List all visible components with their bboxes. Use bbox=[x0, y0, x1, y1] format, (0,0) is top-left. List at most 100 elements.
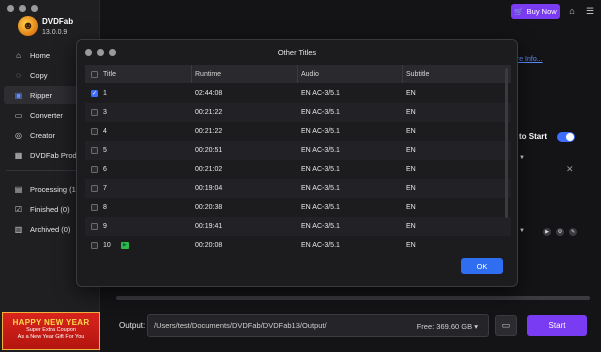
table-row[interactable]: 6 00:21:02 EN AC-3/5.1 EN bbox=[85, 160, 511, 179]
cell-subtitle: EN bbox=[406, 198, 416, 216]
output-path-field[interactable]: /Users/test/Documents/DVDFab/DVDFab13/Ou… bbox=[147, 314, 489, 337]
table-row[interactable]: 9 00:19:41 EN AC-3/5.1 EN bbox=[85, 217, 511, 236]
table-row[interactable]: 5 00:20:51 EN AC-3/5.1 EN bbox=[85, 141, 511, 160]
start-button[interactable]: Start bbox=[527, 315, 587, 336]
edit-icon[interactable]: ✎ bbox=[569, 228, 577, 236]
table-row[interactable]: 10 ▶ 00:20:08 EN AC-3/5.1 EN bbox=[85, 236, 511, 251]
row-checkbox[interactable]: ✓ bbox=[91, 89, 98, 97]
menu-icon[interactable]: ☰ bbox=[585, 6, 595, 16]
sidebar-item-label: Copy bbox=[30, 70, 48, 80]
cell-audio: EN AC-3/5.1 bbox=[301, 160, 340, 178]
play-icon[interactable]: ▶ bbox=[543, 228, 551, 236]
row-checkbox[interactable] bbox=[91, 165, 98, 173]
column-header-subtitle[interactable]: Subtitle bbox=[406, 65, 429, 83]
close-window-button[interactable] bbox=[7, 5, 14, 12]
cell-runtime-text: 00:21:02 bbox=[195, 165, 223, 173]
row-checkbox[interactable] bbox=[91, 222, 98, 230]
auto-start-label: to Start bbox=[519, 132, 547, 141]
creator-icon: ◎ bbox=[15, 130, 22, 140]
row-checkbox[interactable] bbox=[91, 108, 98, 116]
minimize-window-button[interactable] bbox=[19, 5, 26, 12]
promo-banner[interactable]: HAPPY NEW YEAR Super Extra Coupon As a N… bbox=[2, 312, 100, 350]
table-row[interactable]: 7 00:19:04 EN AC-3/5.1 EN bbox=[85, 179, 511, 198]
cell-title-text: 3 bbox=[103, 108, 107, 116]
table-row[interactable]: ✓ 1 02:44:08 EN AC-3/5.1 EN bbox=[85, 84, 511, 103]
buy-now-label: Buy Now bbox=[526, 7, 557, 16]
row-checkbox[interactable] bbox=[91, 184, 98, 192]
auto-start-toggle[interactable] bbox=[557, 132, 575, 142]
cell-runtime-text: 00:21:22 bbox=[195, 108, 223, 116]
column-divider bbox=[402, 65, 403, 83]
cell-runtime-text: 02:44:08 bbox=[195, 89, 223, 97]
chevron-down-icon: ▾ bbox=[474, 322, 478, 331]
store-icon[interactable]: ⌂ bbox=[567, 6, 577, 16]
cell-audio-text: EN AC-3/5.1 bbox=[301, 127, 340, 135]
free-space-dropdown[interactable]: Free: 369.60 GB ▾ bbox=[417, 322, 478, 331]
folder-icon: ▭ bbox=[501, 320, 511, 330]
output-label: Output: bbox=[119, 321, 146, 330]
chevron-down-icon[interactable]: ▼ bbox=[519, 155, 525, 161]
cell-subtitle: EN bbox=[406, 103, 416, 121]
cell-subtitle: EN bbox=[406, 84, 416, 102]
cell-title-text: 8 bbox=[103, 203, 107, 211]
cell-runtime-text: 00:20:51 bbox=[195, 146, 223, 154]
cell-audio-text: EN AC-3/5.1 bbox=[301, 108, 340, 116]
cell-title: 7 bbox=[103, 179, 107, 197]
cell-subtitle-text: EN bbox=[406, 241, 416, 249]
cell-runtime-text: 00:20:38 bbox=[195, 203, 223, 211]
finished-icon: ☑ bbox=[14, 204, 23, 214]
cell-subtitle: EN bbox=[406, 217, 416, 235]
cell-audio-text: EN AC-3/5.1 bbox=[301, 184, 340, 192]
select-all-checkbox[interactable] bbox=[91, 65, 98, 83]
column-header-runtime[interactable]: Runtime bbox=[195, 65, 221, 83]
cell-title: 3 bbox=[103, 103, 107, 121]
column-divider bbox=[297, 65, 298, 83]
table-scrollbar[interactable] bbox=[505, 68, 508, 218]
cell-runtime-text: 00:21:22 bbox=[195, 127, 223, 135]
zoom-window-button[interactable] bbox=[31, 5, 38, 12]
promo-line-2: As a New Year Gift For You bbox=[17, 334, 85, 340]
browse-folder-button[interactable]: ▭ bbox=[495, 315, 517, 336]
table-row[interactable]: 3 00:21:22 EN AC-3/5.1 EN bbox=[85, 103, 511, 122]
buy-now-button[interactable]: 🛒 Buy Now bbox=[511, 4, 560, 19]
row-checkbox[interactable] bbox=[91, 203, 98, 211]
cell-title-text: 1 bbox=[103, 89, 107, 97]
cell-title: 1 bbox=[103, 84, 107, 102]
sidebar-item-label: Finished (0) bbox=[30, 204, 70, 214]
cell-runtime: 00:19:04 bbox=[195, 179, 222, 197]
row-checkbox[interactable] bbox=[91, 241, 98, 249]
chevron-down-icon[interactable]: ▼ bbox=[519, 228, 525, 234]
cell-subtitle-text: EN bbox=[406, 165, 416, 173]
sidebar-item-label: Ripper bbox=[30, 90, 53, 100]
output-path-value: /Users/test/Documents/DVDFab/DVDFab13/Ou… bbox=[154, 321, 327, 330]
column-header-title[interactable]: Title bbox=[103, 65, 116, 83]
settings-icon[interactable]: ⚙ bbox=[556, 228, 564, 236]
preview-badge-icon[interactable]: ▶ bbox=[120, 241, 129, 249]
table-row[interactable]: 8 00:20:38 EN AC-3/5.1 EN bbox=[85, 198, 511, 217]
cell-subtitle: EN bbox=[406, 122, 416, 140]
ok-button[interactable]: OK bbox=[461, 258, 503, 274]
converter-icon: ▭ bbox=[14, 110, 23, 120]
row-checkbox[interactable] bbox=[91, 146, 98, 154]
copy-icon: ◌ bbox=[16, 70, 21, 80]
row-checkbox[interactable] bbox=[91, 127, 98, 135]
ripper-icon: ▣ bbox=[14, 90, 23, 100]
cell-title: 8 bbox=[103, 198, 107, 216]
cell-title-text: 5 bbox=[103, 146, 107, 154]
cell-title-text: 9 bbox=[103, 222, 107, 230]
archived-icon: ▥ bbox=[14, 224, 23, 234]
dialog-title: Other Titles bbox=[277, 48, 317, 57]
cell-runtime: 02:44:08 bbox=[195, 84, 222, 102]
close-icon[interactable]: ✕ bbox=[566, 164, 574, 175]
column-divider bbox=[191, 65, 192, 83]
app-version: 13.0.0.9 bbox=[42, 29, 68, 36]
column-header-audio[interactable]: Audio bbox=[301, 65, 319, 83]
table-header: Title Runtime Audio Subtitle bbox=[85, 65, 511, 83]
cell-title: 6 bbox=[103, 160, 107, 178]
dvdfab-logo-icon: ☻ bbox=[18, 16, 38, 36]
cell-audio-text: EN AC-3/5.1 bbox=[301, 203, 340, 211]
titles-table: Title Runtime Audio Subtitle ✓ 1 02:44:08 E… bbox=[85, 65, 511, 251]
progress-bar bbox=[116, 296, 590, 300]
table-row[interactable]: 4 00:21:22 EN AC-3/5.1 EN bbox=[85, 122, 511, 141]
cell-subtitle: EN bbox=[406, 179, 416, 197]
